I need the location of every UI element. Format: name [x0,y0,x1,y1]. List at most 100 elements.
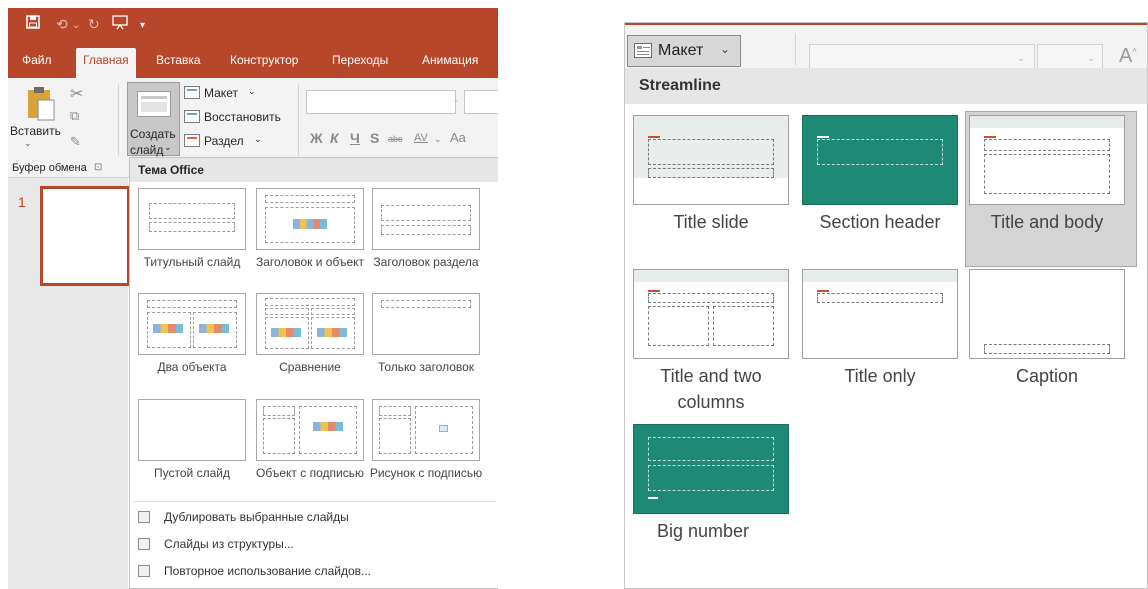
slide-icon [137,91,171,117]
layout-label: Заголовок раздела [373,255,479,269]
chevron-down-icon[interactable]: ⌄ [72,17,80,35]
duplicate-icon [138,511,150,523]
tab-home[interactable]: Главная [76,48,136,78]
chevron-down-icon: ⌄ [164,142,172,152]
layout-thumbnail [802,115,958,205]
gallery-header: Streamline [625,68,1147,104]
layout-thumbnail [256,188,364,250]
layout-label: Title and two columns [660,366,762,412]
layout-label: Сравнение [279,360,341,374]
layout-thumbnail [633,115,789,205]
layout-thumbnail [969,115,1125,205]
layout-thumbnail [256,293,364,355]
new-slide-label: Создать [130,127,176,141]
chevron-down-icon[interactable]: ⌄ [248,86,256,97]
format-painter-icon[interactable]: ✎ [70,134,81,150]
picture-icon [439,425,448,432]
reuse-slides-item[interactable]: Повторное использование слайдов... [138,564,371,578]
layout-gallery-dropdown: Тема Office Титульный слайд Заголовок и … [129,157,498,589]
layout-thumbnail [138,293,246,355]
font-size-box[interactable] [464,90,498,114]
shadow-button[interactable]: S [370,130,379,146]
chevron-down-icon[interactable]: ⌄ [1017,53,1025,64]
section-button[interactable]: Раздел [204,134,244,148]
cut-icon[interactable]: ✂ [70,84,83,104]
present-icon[interactable] [112,15,128,35]
layout-label: Title slide [673,212,749,232]
grow-font-icon[interactable]: A^ [1119,45,1137,68]
reset-button[interactable]: Восстановить [204,110,281,124]
chevron-down-icon[interactable]: ⌄ [254,134,262,145]
new-slide-button[interactable]: Создать слайд ⌄ [127,82,180,157]
menu-label: Повторное использование слайдов... [164,564,372,578]
quick-access-toolbar: ⟲ ⌄ ↻ ▾ [8,8,498,43]
reset-icon [184,110,200,123]
divider [134,501,496,502]
layout-thumbnail [633,269,789,359]
right-screenshot: Макет ⌄ ⌄ ⌄ A^ Streamline Title slide Se… [624,22,1148,589]
customize-icon[interactable]: ▾ [140,17,145,35]
layout-label: Титульный слайд [143,255,241,269]
duplicate-slides-item[interactable]: Дублировать выбранные слайды [138,510,349,524]
copy-icon[interactable]: ⧉ [70,108,79,124]
layout-button[interactable]: Макет [204,86,238,100]
divider [118,84,119,156]
menu-label: Дублировать выбранные слайды [164,510,349,524]
italic-button[interactable]: К [330,130,339,146]
layout-icon [184,86,200,99]
layout-thumbnail [633,424,789,514]
layout-label: Section header [819,212,941,232]
undo-icon[interactable]: ⟲ [56,15,68,33]
bold-button[interactable]: Ж [310,130,323,146]
slide-number: 1 [18,194,26,210]
spacing-button[interactable]: AV [414,132,428,144]
paste-icon[interactable] [24,84,58,127]
layout-button-label: Макет [658,42,704,59]
strikethrough-button[interactable]: abc [388,134,403,144]
new-slide-label-2: слайд [130,143,164,157]
paste-button[interactable]: Вставить [10,124,61,138]
layout-label: Title only [844,366,916,386]
font-family-box[interactable] [306,90,456,114]
ribbon-tabs: Файл Главная Вставка Конструктор Переход… [8,43,498,78]
tab-insert[interactable]: Вставка [156,53,201,67]
layout-label: Big number [657,521,750,541]
layout-icon [634,43,652,58]
gallery-header: Тема Office [130,158,498,182]
layout-button[interactable]: Макет ⌄ [627,35,741,67]
chevron-down-icon[interactable]: ⌄ [434,134,442,145]
layout-thumbnail [969,269,1125,359]
clipboard-group-label: Буфер обмена [12,162,87,174]
slides-from-outline-item[interactable]: Слайды из структуры... [138,537,294,551]
divider [298,84,299,156]
layout-thumbnail [138,188,246,250]
tab-file[interactable]: Файл [22,53,52,67]
chevron-down-icon: ⌄ [720,42,731,56]
tab-design[interactable]: Конструктор [230,53,298,67]
layout-thumbnail [256,399,364,461]
layout-label: Два объекта [157,360,227,374]
menu-label: Слайды из структуры... [164,537,294,551]
layout-label: Рисунок с подписью [369,466,483,480]
outline-icon [138,538,150,550]
chevron-down-icon[interactable]: ⌄ [24,138,32,149]
layout-thumbnail [372,188,480,250]
slide-thumbnail[interactable] [40,186,130,286]
save-icon[interactable] [26,15,40,34]
chevron-down-icon[interactable]: ⌄ [452,94,460,105]
layout-label: Заголовок и объект [256,255,364,269]
tab-transitions[interactable]: Переходы [332,53,388,67]
dialog-launcher-icon[interactable]: ⊡ [94,162,102,173]
layout-gallery-dropdown: Streamline Title slide Section header Ti… [625,68,1147,588]
redo-icon[interactable]: ↻ [88,15,100,33]
ribbon-partial: Макет ⌄ ⌄ ⌄ A^ [625,23,1147,74]
layout-label: Caption [1015,366,1079,386]
layout-thumbnail [138,399,246,461]
change-case-button[interactable]: Aa [450,130,466,145]
layout-label: Title and body [990,212,1104,232]
reuse-icon [138,565,150,577]
chevron-down-icon[interactable]: ⌄ [1087,53,1095,64]
tab-animations[interactable]: Анимация [422,53,478,67]
left-screenshot: ⟲ ⌄ ↻ ▾ Файл Главная Вставка Конструктор… [8,0,498,589]
underline-button[interactable]: Ч [350,130,360,146]
